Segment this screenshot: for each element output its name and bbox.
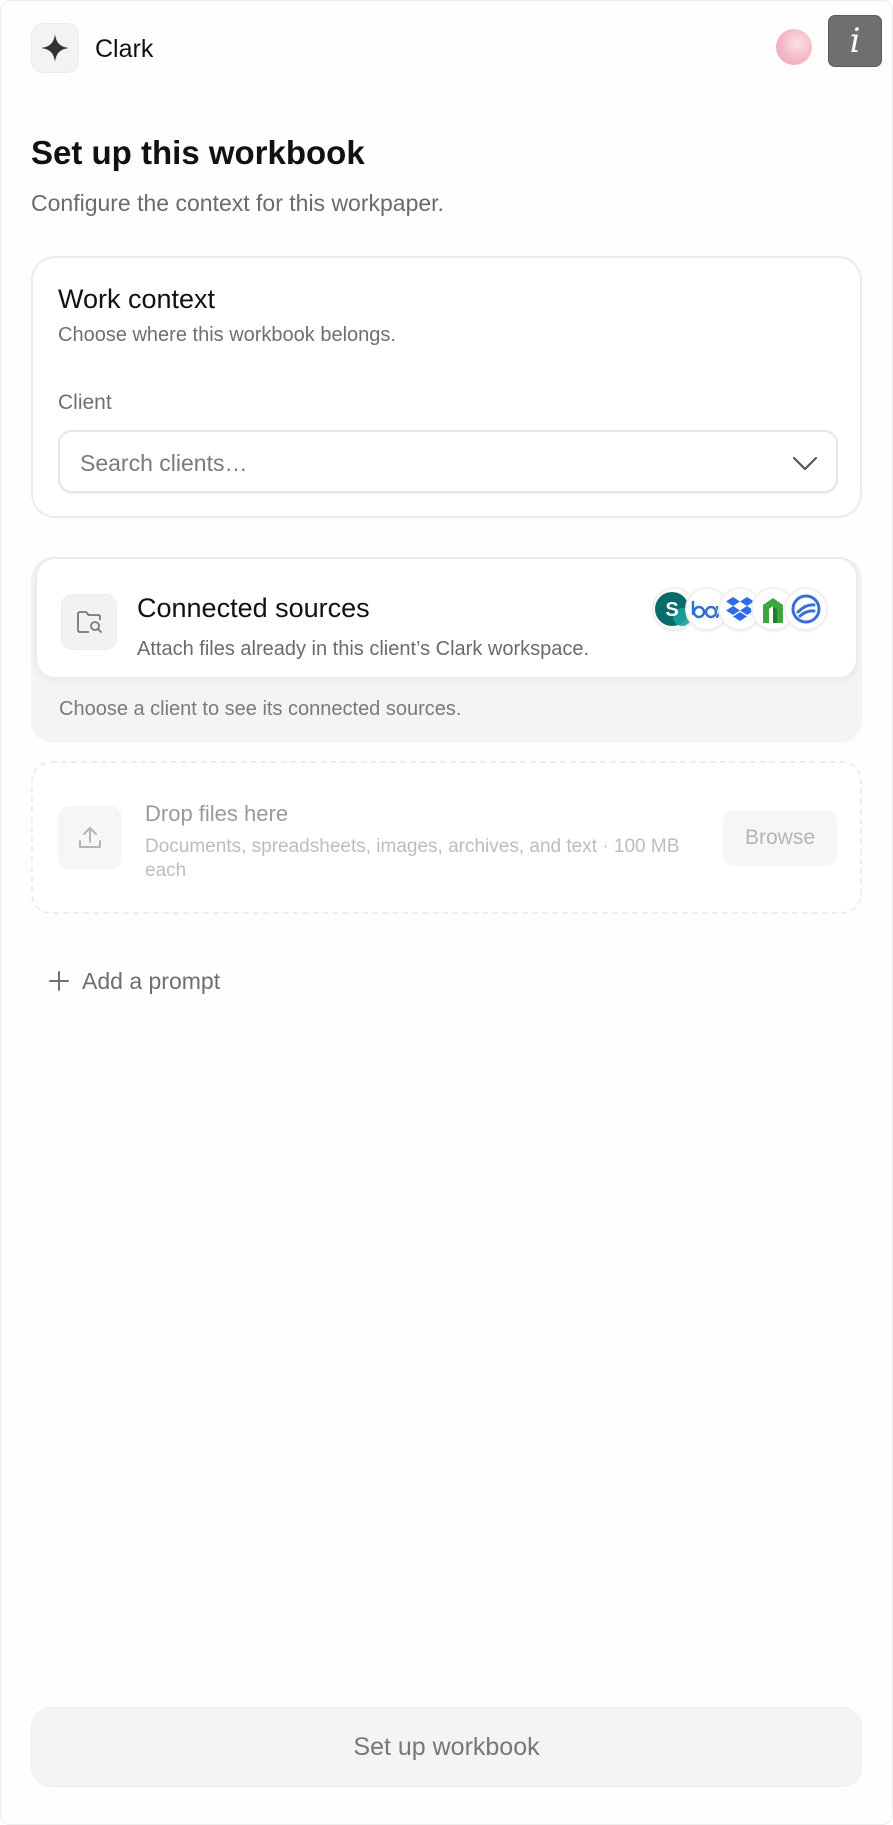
add-prompt-button[interactable]: Add a prompt: [48, 965, 220, 997]
client-label: Client: [58, 391, 112, 414]
file-dropzone[interactable]: Drop files here Documents, spreadsheets,…: [31, 761, 862, 914]
app-frame: Clark i Set up this workbook Configure t…: [0, 0, 893, 1825]
upload-icon: [79, 827, 101, 848]
page-title: Set up this workbook: [31, 134, 365, 171]
client-search-placeholder: Search clients…: [80, 450, 248, 476]
provider-logos: S: [652, 587, 832, 631]
connected-sources-section: Connected sources Attach files already i…: [31, 557, 862, 743]
browse-button[interactable]: Browse: [723, 810, 837, 866]
app-logo[interactable]: [31, 23, 79, 73]
connected-sources-hint: Choose a client to see its connected sou…: [59, 698, 462, 720]
dropzone-description: Documents, spreadsheets, images, archive…: [145, 836, 680, 881]
work-context-description: Choose where this workbook belongs.: [58, 324, 396, 346]
sharefile-icon: [784, 587, 828, 631]
avatar[interactable]: [776, 29, 812, 65]
setup-workbook-button[interactable]: Set up workbook: [31, 1707, 862, 1787]
page-subtitle: Configure the context for this workpaper…: [31, 190, 444, 216]
app-name: Clark: [95, 35, 154, 63]
plus-icon: [49, 971, 69, 991]
connected-sources-title: Connected sources: [137, 593, 370, 623]
client-select[interactable]: Search clients…: [58, 430, 838, 493]
svg-text:S: S: [665, 599, 678, 621]
dropzone-title: Drop files here: [145, 801, 289, 826]
add-prompt-label: Add a prompt: [82, 967, 221, 994]
connected-sources-description: Attach files already in this client’s Cl…: [137, 638, 590, 660]
connected-sources-card[interactable]: Connected sources Attach files already i…: [35, 557, 858, 679]
upload-icon-box: [58, 806, 122, 870]
folder-search-icon-box: [61, 594, 117, 650]
folder-search-icon: [77, 611, 102, 633]
chevron-down-icon: [792, 456, 818, 471]
work-context-title: Work context: [58, 284, 216, 314]
info-button[interactable]: i: [828, 15, 882, 67]
header: Clark i: [31, 15, 882, 75]
work-context-card: Work context Choose where this workbook …: [31, 256, 862, 518]
sparkle-icon: [41, 34, 69, 62]
